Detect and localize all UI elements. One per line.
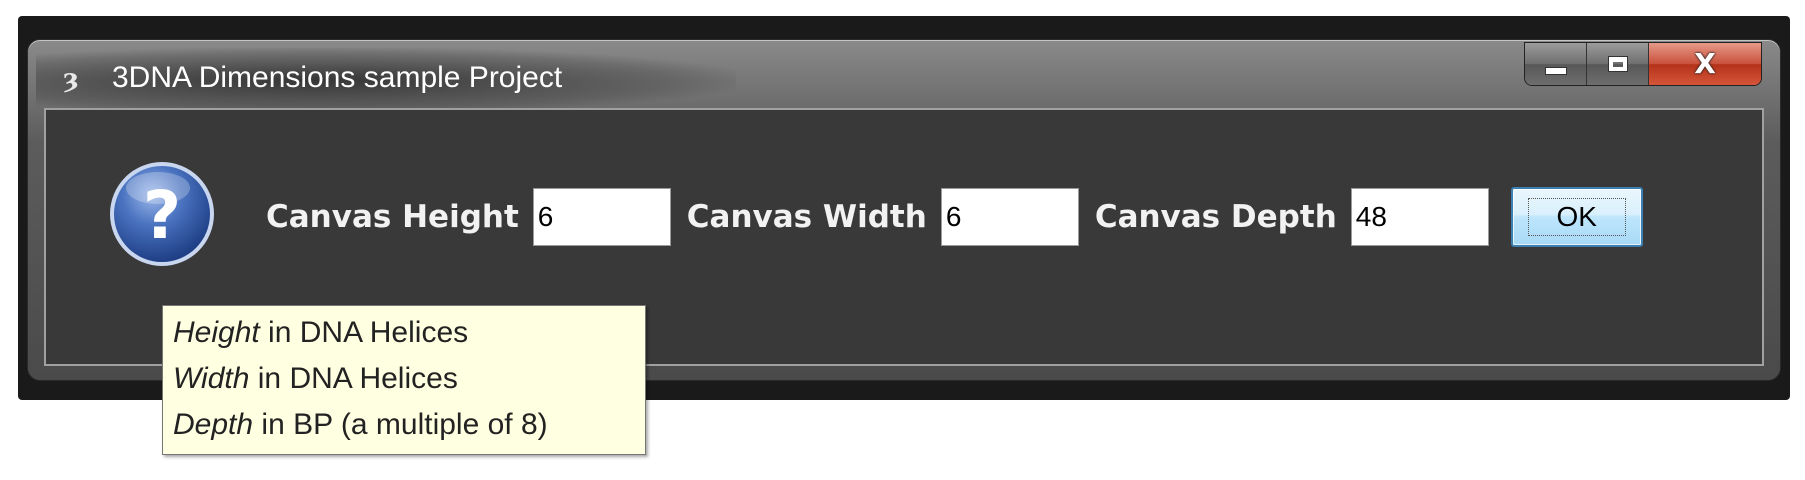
tooltip-text: in BP (a multiple of 8): [253, 408, 548, 441]
screenshot-stage: ȝ 3DNA Dimensions sample Project X ? Can…: [0, 0, 1805, 480]
tooltip-emphasis: Width: [173, 362, 250, 395]
tooltip-text: in DNA Helices: [249, 362, 458, 395]
caption-buttons: X: [1524, 42, 1762, 86]
close-icon: X: [1694, 47, 1716, 80]
dimensions-tooltip: Height in DNA Helices Width in DNA Helic…: [162, 305, 646, 455]
canvas-height-input[interactable]: [532, 188, 671, 246]
maximize-button[interactable]: [1587, 43, 1649, 85]
tooltip-text: in DNA Helices: [259, 316, 469, 349]
canvas-depth-label: Canvas Depth: [1094, 199, 1337, 235]
ok-button[interactable]: OK: [1510, 187, 1643, 247]
app-icon[interactable]: ȝ: [58, 62, 84, 96]
canvas-height-label: Canvas Height: [266, 199, 519, 235]
question-icon: ?: [110, 162, 214, 266]
canvas-depth-input[interactable]: [1350, 188, 1489, 246]
dimension-fields-row: Canvas Height Canvas Width Canvas Depth …: [266, 187, 1643, 247]
close-button[interactable]: X: [1649, 43, 1761, 85]
canvas-width-label: Canvas Width: [686, 199, 927, 235]
maximize-icon: [1608, 57, 1627, 71]
title-bar[interactable]: ȝ 3DNA Dimensions sample Project X: [28, 40, 1780, 112]
tooltip-emphasis: Depth: [173, 408, 254, 441]
tooltip-line-height: Height in DNA Helices: [173, 310, 635, 356]
canvas-width-input[interactable]: [940, 188, 1079, 246]
tooltip-line-depth: Depth in BP (a multiple of 8): [173, 402, 635, 448]
window-title: 3DNA Dimensions sample Project: [112, 61, 563, 94]
svg-text:?: ?: [143, 177, 181, 254]
minimize-icon: [1544, 67, 1567, 75]
ok-button-label: OK: [1527, 198, 1626, 236]
minimize-button[interactable]: [1525, 43, 1587, 85]
tooltip-line-width: Width in DNA Helices: [173, 356, 635, 402]
tooltip-emphasis: Height: [173, 316, 260, 349]
